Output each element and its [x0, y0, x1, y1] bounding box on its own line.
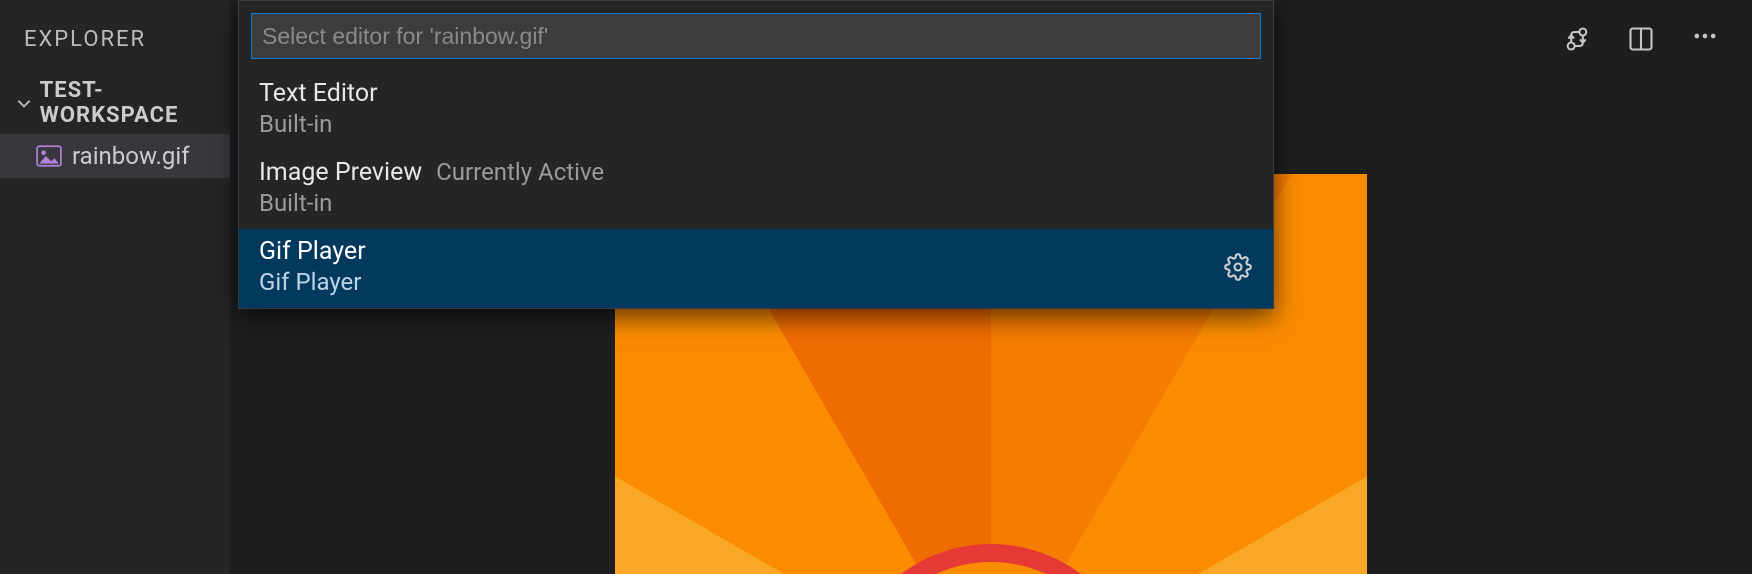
picker-option-gif-player[interactable]: Gif Player Gif Player [239, 229, 1273, 308]
more-icon[interactable] [1690, 24, 1720, 54]
workspace-name: TEST-WORKSPACE [40, 78, 220, 128]
picker-option-desc: Built-in [259, 189, 604, 217]
editor-picker-list: Text Editor Built-in Image Preview Curre… [239, 59, 1273, 308]
file-item-rainbow[interactable]: rainbow.gif [0, 134, 230, 178]
picker-option-image-preview[interactable]: Image Preview Currently Active Built-in [239, 150, 1273, 229]
picker-option-label: Text Editor [259, 79, 378, 108]
picker-option-text-editor[interactable]: Text Editor Built-in [239, 71, 1273, 150]
explorer-sidebar: EXPLORER TEST-WORKSPACE rainbow.gif [0, 0, 230, 574]
workspace-section-header[interactable]: TEST-WORKSPACE [0, 78, 230, 134]
editor-picker-input[interactable] [251, 13, 1261, 59]
source-control-compare-icon[interactable] [1562, 24, 1592, 54]
split-editor-icon[interactable] [1626, 24, 1656, 54]
picker-option-desc: Built-in [259, 110, 392, 138]
gear-icon[interactable] [1223, 252, 1253, 282]
image-file-icon [36, 145, 62, 167]
picker-option-label: Gif Player [259, 237, 366, 266]
picker-option-label: Image Preview [259, 158, 422, 187]
picker-option-hint: Currently Active [436, 158, 604, 186]
explorer-title: EXPLORER [0, 0, 230, 78]
titlebar-actions [1562, 0, 1752, 78]
chevron-down-icon [14, 92, 34, 114]
editor-area: Text Editor Built-in Image Preview Curre… [230, 0, 1752, 574]
picker-option-desc: Gif Player [259, 268, 380, 296]
file-item-label: rainbow.gif [72, 142, 190, 170]
editor-picker: Text Editor Built-in Image Preview Curre… [238, 0, 1274, 309]
